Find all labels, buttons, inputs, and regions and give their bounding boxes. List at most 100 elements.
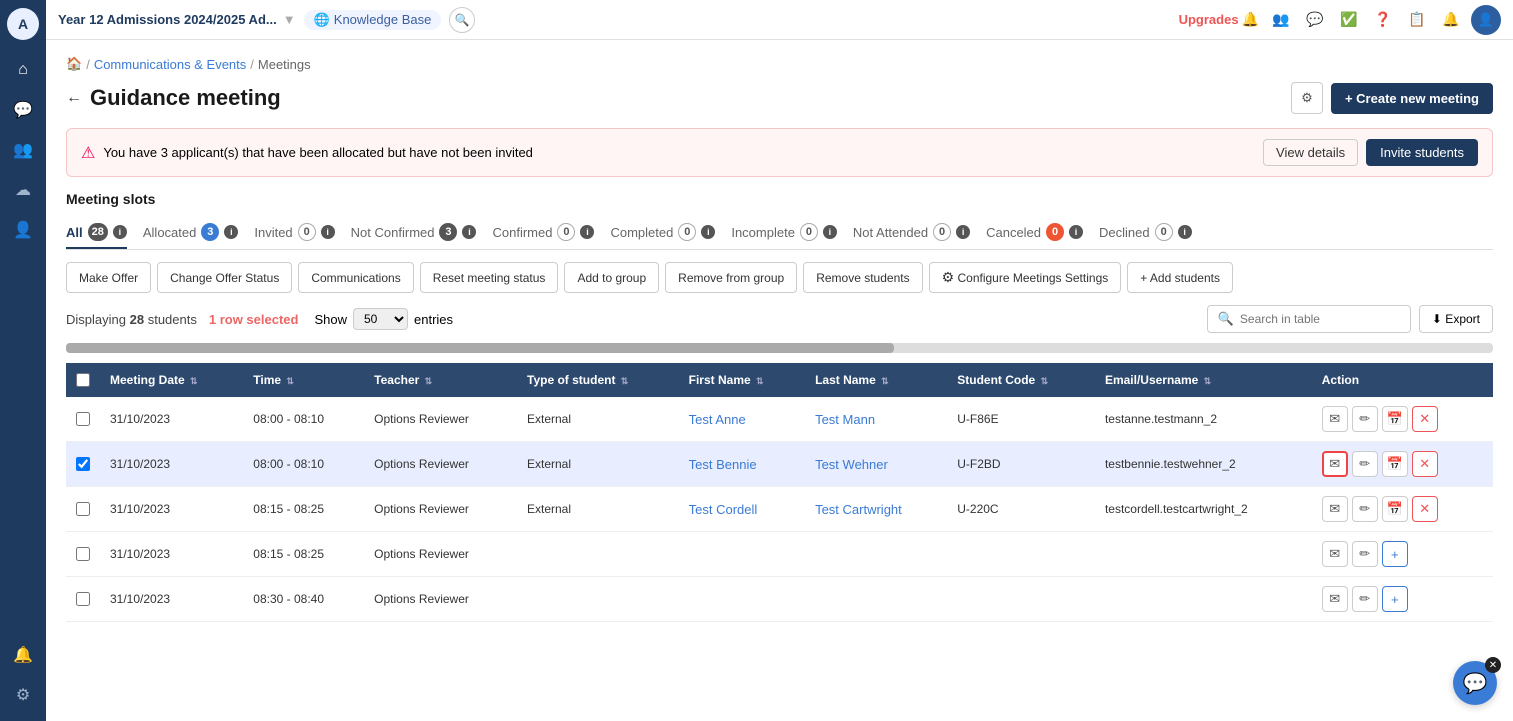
export-button[interactable]: ⬇ Export bbox=[1419, 305, 1493, 333]
tab-info-not-confirmed: i bbox=[462, 225, 476, 239]
first-name-col[interactable]: First Name ⇅ bbox=[679, 363, 805, 397]
toolbar-btn-7[interactable]: ⚙ Configure Meetings Settings bbox=[929, 262, 1122, 293]
group-icon[interactable]: 👤 bbox=[5, 212, 41, 248]
email-action-icon[interactable]: ✉ bbox=[1322, 586, 1348, 612]
toolbar-btn-8[interactable]: + Add students bbox=[1127, 262, 1233, 293]
email-action-icon[interactable]: ✉ bbox=[1322, 541, 1348, 567]
select-all-checkbox[interactable] bbox=[76, 373, 90, 387]
home-icon[interactable]: ⌂ bbox=[5, 52, 41, 88]
filter-button[interactable]: ⚙ bbox=[1291, 82, 1323, 114]
invite-students-button[interactable]: Invite students bbox=[1366, 139, 1478, 166]
tab-incomplete[interactable]: Incomplete 0 i bbox=[731, 217, 837, 249]
calendar-action-icon[interactable]: 📅 bbox=[1382, 496, 1408, 522]
type-cell bbox=[517, 532, 679, 577]
edit-action-icon[interactable]: ✏ bbox=[1352, 406, 1378, 432]
users-icon[interactable]: 👥 bbox=[1267, 6, 1295, 34]
show-entries: Show 50 10 25 100 entries bbox=[314, 308, 453, 330]
chat-bubble[interactable]: 💬 ✕ bbox=[1453, 661, 1497, 705]
delete-action-icon[interactable]: ✕ bbox=[1412, 496, 1438, 522]
email-col[interactable]: Email/Username ⇅ bbox=[1095, 363, 1312, 397]
settings-icon[interactable]: ⚙ bbox=[5, 677, 41, 713]
sidebar-logo[interactable]: A bbox=[7, 8, 39, 40]
people-icon[interactable]: 👥 bbox=[5, 132, 41, 168]
tab-declined[interactable]: Declined 0 i bbox=[1099, 217, 1192, 249]
view-details-button[interactable]: View details bbox=[1263, 139, 1358, 166]
edit-action-icon[interactable]: ✏ bbox=[1352, 541, 1378, 567]
row-checkbox-1[interactable] bbox=[76, 457, 90, 471]
edit-action-icon[interactable]: ✏ bbox=[1352, 451, 1378, 477]
row-checkbox-0[interactable] bbox=[76, 412, 90, 426]
email-highlighted-action-icon[interactable]: ✉ bbox=[1322, 451, 1348, 477]
back-button[interactable]: ← bbox=[66, 89, 82, 107]
student-code-cell: U-F86E bbox=[947, 397, 1095, 442]
entries-select[interactable]: 50 10 25 100 bbox=[353, 308, 408, 330]
last-name-link[interactable]: Test Mann bbox=[815, 412, 875, 427]
search-input[interactable] bbox=[1240, 312, 1400, 326]
edit-action-icon[interactable]: ✏ bbox=[1352, 496, 1378, 522]
tab-allocated[interactable]: Allocated 3 i bbox=[143, 217, 238, 249]
page-title: Guidance meeting bbox=[90, 85, 281, 111]
toolbar-btn-1[interactable]: Change Offer Status bbox=[157, 262, 292, 293]
table-header-row: Meeting Date ⇅ Time ⇅ Teacher ⇅ Type of … bbox=[66, 363, 1493, 397]
edit-action-icon[interactable]: ✏ bbox=[1352, 586, 1378, 612]
calendar-action-icon[interactable]: 📅 bbox=[1382, 406, 1408, 432]
cloud-icon[interactable]: ☁ bbox=[5, 172, 41, 208]
checkmark-icon[interactable]: ✅ bbox=[1335, 6, 1363, 34]
row-checkbox-2[interactable] bbox=[76, 502, 90, 516]
help-icon[interactable]: ❓ bbox=[1369, 6, 1397, 34]
toolbar-btn-0[interactable]: Make Offer bbox=[66, 262, 151, 293]
teacher-cell: Options Reviewer bbox=[364, 397, 517, 442]
student-code-col[interactable]: Student Code ⇅ bbox=[947, 363, 1095, 397]
last-name-link[interactable]: Test Cartwright bbox=[815, 502, 902, 517]
last-name-link[interactable]: Test Wehner bbox=[815, 457, 888, 472]
row-checkbox-4[interactable] bbox=[76, 592, 90, 606]
breadcrumb-communications[interactable]: Communications & Events bbox=[94, 57, 246, 72]
tab-invited[interactable]: Invited 0 i bbox=[254, 217, 334, 249]
last-name-col[interactable]: Last Name ⇅ bbox=[805, 363, 947, 397]
tab-not-attended[interactable]: Not Attended 0 i bbox=[853, 217, 970, 249]
table-row: 31/10/202308:15 - 08:25Options ReviewerE… bbox=[66, 487, 1493, 532]
type-cell: External bbox=[517, 442, 679, 487]
upgrades-label[interactable]: Upgrades 🔔 bbox=[1179, 11, 1259, 28]
tab-all[interactable]: All 28 i bbox=[66, 217, 127, 249]
chat-topbar-icon[interactable]: 💬 bbox=[1301, 6, 1329, 34]
calendar-action-icon[interactable]: 📅 bbox=[1382, 451, 1408, 477]
row-checkbox-3[interactable] bbox=[76, 547, 90, 561]
bell-icon[interactable]: 🔔 bbox=[5, 637, 41, 673]
delete-action-icon[interactable]: ✕ bbox=[1412, 451, 1438, 477]
first-name-link[interactable]: Test Anne bbox=[689, 412, 746, 427]
meeting-date-col[interactable]: Meeting Date ⇅ bbox=[100, 363, 243, 397]
email-action-icon[interactable]: ✉ bbox=[1322, 496, 1348, 522]
chat-icon[interactable]: 💬 bbox=[5, 92, 41, 128]
time-cell: 08:15 - 08:25 bbox=[243, 532, 364, 577]
alert-topbar-icon[interactable]: 🔔 bbox=[1437, 6, 1465, 34]
user-avatar[interactable]: 👤 bbox=[1471, 5, 1501, 35]
first-name-cell: Test Cordell bbox=[679, 487, 805, 532]
toolbar-btn-3[interactable]: Reset meeting status bbox=[420, 262, 559, 293]
toolbar-btn-5[interactable]: Remove from group bbox=[665, 262, 797, 293]
note-icon[interactable]: 📋 bbox=[1403, 6, 1431, 34]
first-name-cell bbox=[679, 532, 805, 577]
add-action-icon[interactable]: + bbox=[1382, 586, 1408, 612]
global-search-btn[interactable]: 🔍 bbox=[449, 7, 475, 33]
first-name-link[interactable]: Test Cordell bbox=[689, 502, 758, 517]
email-action-icon[interactable]: ✉ bbox=[1322, 406, 1348, 432]
delete-action-icon[interactable]: ✕ bbox=[1412, 406, 1438, 432]
toolbar-btn-4[interactable]: Add to group bbox=[564, 262, 659, 293]
type-col[interactable]: Type of student ⇅ bbox=[517, 363, 679, 397]
chat-close-icon[interactable]: ✕ bbox=[1485, 657, 1501, 673]
toolbar-btn-2[interactable]: Communications bbox=[298, 262, 413, 293]
tab-confirmed[interactable]: Confirmed 0 i bbox=[492, 217, 594, 249]
teacher-col[interactable]: Teacher ⇅ bbox=[364, 363, 517, 397]
first-name-link[interactable]: Test Bennie bbox=[689, 457, 757, 472]
toolbar-btn-6[interactable]: Remove students bbox=[803, 262, 922, 293]
breadcrumb-home-icon[interactable]: 🏠 bbox=[66, 56, 82, 72]
tab-canceled[interactable]: Canceled 0 i bbox=[986, 217, 1083, 249]
tab-not-confirmed[interactable]: Not Confirmed 3 i bbox=[351, 217, 477, 249]
meeting-date-cell: 31/10/2023 bbox=[100, 442, 243, 487]
tab-completed[interactable]: Completed 0 i bbox=[610, 217, 715, 249]
time-col[interactable]: Time ⇅ bbox=[243, 363, 364, 397]
create-meeting-button[interactable]: + Create new meeting bbox=[1331, 83, 1493, 114]
add-action-icon[interactable]: + bbox=[1382, 541, 1408, 567]
knowledge-base-btn[interactable]: 🌐 Knowledge Base bbox=[304, 10, 442, 30]
